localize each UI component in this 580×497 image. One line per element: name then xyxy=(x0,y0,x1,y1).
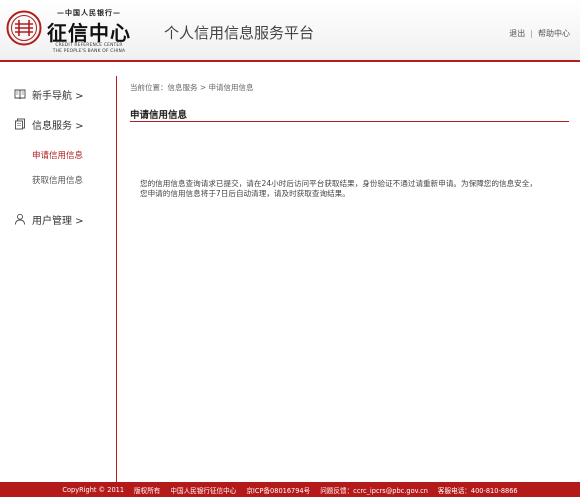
footer-icp[interactable]: 京ICP备08016794号 xyxy=(246,485,310,495)
sidebar-item-label: 新手导航 > xyxy=(32,90,84,102)
footer: CopyRight © 2011 版权所有 中国人民银行征信中心 京ICP备08… xyxy=(0,482,580,497)
footer-copyright: CopyRight © 2011 xyxy=(62,485,125,494)
document-icon xyxy=(15,118,25,130)
logout-link[interactable]: 退出 xyxy=(509,29,525,38)
footer-org: 中国人民银行征信中心 xyxy=(170,486,237,495)
header: —中国人民银行— 征信中心 CREDIT REFERENCE CENTER TH… xyxy=(0,0,580,62)
user-icon xyxy=(15,213,25,225)
sidebar-subitem-apply-credit-info[interactable]: 申请信用信息 xyxy=(32,149,83,161)
footer-feedback[interactable]: 问题反馈：ccrc_ipcrs@pbc.gov.cn xyxy=(320,485,428,495)
footer-hotline: 客服电话：400-810-8866 xyxy=(437,486,518,495)
help-center-link[interactable]: 帮助中心 xyxy=(538,29,570,38)
section-underline xyxy=(130,121,569,122)
logo[interactable]: —中国人民银行— 征信中心 CREDIT REFERENCE CENTER TH… xyxy=(6,8,134,56)
sidebar: 新手导航 > 信息服务 > 申请信用信息 获取信用信息 用户管理 > xyxy=(0,64,116,480)
sidebar-item-label: 用户管理 > xyxy=(32,215,84,227)
message-line-1: 您的信用信息查询请求已提交，请在24小时后访问平台获取结果，身份验证不通过请重新… xyxy=(140,179,537,188)
logo-english-line2: THE PEOPLE'S BANK OF CHINA xyxy=(52,49,126,54)
footer-rights: 版权所有 xyxy=(134,486,161,495)
breadcrumb: 当前位置：信息服务 > 申请信用信息 xyxy=(130,83,254,92)
sidebar-item-label: 信息服务 > xyxy=(32,120,84,132)
sidebar-item-beginner-guide[interactable]: 新手导航 > xyxy=(14,86,84,102)
link-separator: | xyxy=(530,29,533,38)
logo-title: 征信中心 xyxy=(47,21,131,45)
submission-message: 您的信用信息查询请求已提交，请在24小时后访问平台获取结果，身份验证不通过请重新… xyxy=(140,179,570,199)
sidebar-divider xyxy=(116,76,117,482)
top-links: 退出 | 帮助中心 xyxy=(509,28,570,39)
logo-english-line1: CREDIT REFERENCE CENTER xyxy=(55,43,123,48)
book-icon xyxy=(14,89,26,100)
sidebar-item-info-service[interactable]: 信息服务 > xyxy=(14,116,84,132)
section-title: 申请信用信息 xyxy=(130,110,188,121)
main-content: 当前位置：信息服务 > 申请信用信息 申请信用信息 您的信用信息查询请求已提交，… xyxy=(130,64,570,480)
platform-title: 个人信用信息服务平台 xyxy=(164,24,315,42)
sidebar-subitem-get-credit-info[interactable]: 获取信用信息 xyxy=(32,174,83,186)
seal-logo-icon xyxy=(6,10,42,46)
message-line-2: 您申请的信用信息将于7日后自动清理，请及时获取查询结果。 xyxy=(140,189,350,198)
sidebar-item-user-management[interactable]: 用户管理 > xyxy=(14,211,84,227)
